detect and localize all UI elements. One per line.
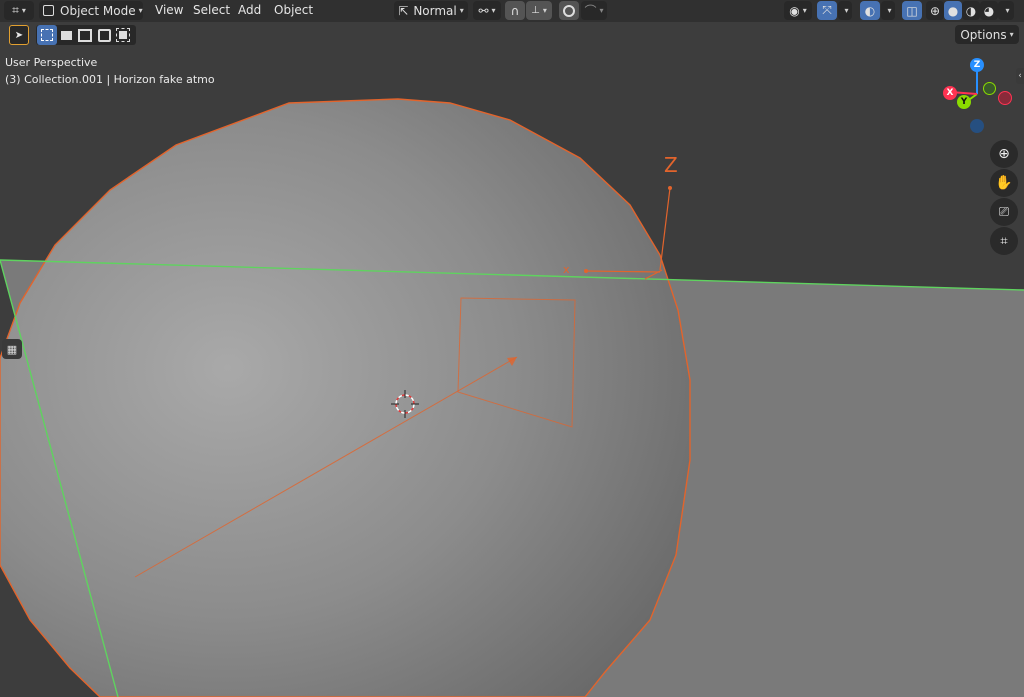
gizmo-y-negative[interactable] [983, 82, 996, 95]
options-dropdown[interactable]: Options ▾ [955, 25, 1019, 44]
select-invert-button[interactable] [94, 25, 114, 45]
menu-add[interactable]: Add [238, 3, 261, 17]
select-extend-icon [60, 30, 72, 40]
falloff-curve-icon: ⌒ [584, 4, 597, 18]
toolbar-icon: ▦ [6, 342, 18, 356]
transform-orientation-dropdown[interactable]: ⇱ Normal ▾ [394, 1, 468, 20]
shading-wireframe-button[interactable]: ⊕ [926, 1, 944, 20]
snap-toggle[interactable]: ∩ [505, 1, 525, 20]
options-label: Options [960, 27, 1007, 42]
grid-editor-icon: ⌗ [12, 3, 19, 17]
visibility-dropdown[interactable]: ◉ ▾ [784, 1, 812, 20]
select-tool-button[interactable]: ➤ [9, 25, 29, 45]
overlays-icon: ◐ [864, 3, 876, 18]
object-mode-icon [43, 5, 54, 16]
orientation-label: Normal [413, 3, 457, 18]
navigation-gizmo[interactable]: Z X Y [938, 56, 1018, 136]
gizmo-x-positive[interactable]: X [943, 86, 957, 100]
select-intersect-icon [116, 28, 130, 42]
material-shading-icon: ◑ [965, 3, 977, 18]
ortho-toggle-button[interactable]: ⌗ [990, 227, 1018, 255]
proportional-edit-toggle[interactable] [559, 1, 579, 20]
mode-dropdown[interactable]: Object Mode ▾ [39, 1, 143, 20]
gizmo-z-negative[interactable] [970, 119, 984, 133]
mode-label: Object Mode [60, 3, 136, 18]
wireframe-shading-icon: ⊕ [929, 3, 941, 18]
view-name: User Perspective [5, 56, 98, 69]
rendered-shading-icon: ◕ [983, 3, 995, 18]
camera-view-icon: ⎚ [998, 204, 1010, 220]
xray-toggle[interactable]: ◫ [902, 1, 922, 20]
select-new-button[interactable] [37, 25, 57, 45]
eye-visibility-icon: ◉ [789, 3, 800, 18]
shading-dropdown[interactable]: ▾ [998, 1, 1014, 20]
proportional-edit-icon [563, 4, 575, 17]
ortho-grid-icon: ⌗ [1000, 233, 1008, 249]
menu-view[interactable]: View [155, 3, 183, 17]
select-invert-icon [97, 28, 111, 42]
scene-canvas[interactable] [0, 0, 1024, 697]
select-intersect-button[interactable] [113, 25, 133, 45]
select-subtract-button[interactable] [75, 25, 95, 45]
shading-rendered-button[interactable]: ◕ [980, 1, 998, 20]
gizmo-arrows-icon: ⤧ [822, 3, 832, 17]
pan-hand-icon: ✋ [995, 175, 1013, 191]
chevron-down-icon: ▾ [1005, 6, 1010, 15]
solid-shading-icon: ● [947, 3, 959, 18]
zoom-icon: ⊕ [998, 146, 1010, 162]
gizmo-z-positive[interactable]: Z [970, 58, 984, 72]
empty-x-dot [584, 269, 588, 273]
zoom-button[interactable]: ⊕ [990, 140, 1018, 168]
empty-z-label: Z [664, 153, 678, 177]
sidebar-toggle[interactable]: ‹ [1016, 68, 1024, 84]
gizmo-toggle[interactable]: ⤧ [817, 1, 837, 20]
toolbar-toggle[interactable]: ▦ [2, 339, 22, 359]
snap-increment-icon: ⊥ [531, 5, 540, 16]
shading-solid-button[interactable]: ● [944, 1, 962, 20]
sphere-mesh [0, 98, 691, 697]
pan-button[interactable]: ✋ [990, 169, 1018, 197]
select-subtract-icon [78, 28, 92, 42]
chevron-down-icon: ▾ [887, 6, 892, 15]
viewport-header: ⌗ ▾ Object Mode ▾ View Select Add Object ⇱… [0, 0, 1024, 22]
camera-view-button[interactable]: ⎚ [990, 198, 1018, 226]
transform-orientation-icon: ⇱ [398, 3, 409, 18]
menu-select[interactable]: Select [193, 3, 230, 17]
xray-icon: ◫ [906, 3, 918, 18]
collection-info: (3) Collection.001 | Horizon fake atmo [5, 73, 215, 86]
empty-x-label: x [563, 263, 570, 276]
menu-object[interactable]: Object [274, 3, 313, 17]
pivot-point-icon: ⚯ [478, 3, 489, 18]
snap-target-dropdown[interactable]: ⊥ ▾ [526, 1, 552, 20]
cursor-arrow-icon: ➤ [14, 29, 24, 41]
gizmo-dropdown[interactable]: ▾ [838, 1, 852, 20]
select-extend-button[interactable] [56, 25, 76, 45]
3d-viewport[interactable]: Z x [0, 0, 1024, 697]
editor-type-button[interactable]: ⌗ ▾ [4, 1, 34, 20]
gizmo-y-positive[interactable]: Y [957, 95, 971, 109]
magnet-snap-icon: ∩ [510, 3, 520, 18]
falloff-dropdown[interactable]: ⌒ ▾ [581, 1, 607, 20]
pivot-point-dropdown[interactable]: ⚯ ▾ [473, 1, 501, 20]
overlays-toggle[interactable]: ◐ [860, 1, 880, 20]
empty-z-dot [668, 186, 672, 190]
empty-z-axis [659, 187, 671, 271]
gizmo-x-negative[interactable] [998, 91, 1012, 105]
select-new-icon [41, 29, 53, 41]
shading-material-button[interactable]: ◑ [962, 1, 980, 20]
chevron-down-icon: ▾ [844, 6, 849, 15]
overlays-dropdown[interactable]: ▾ [881, 1, 895, 20]
